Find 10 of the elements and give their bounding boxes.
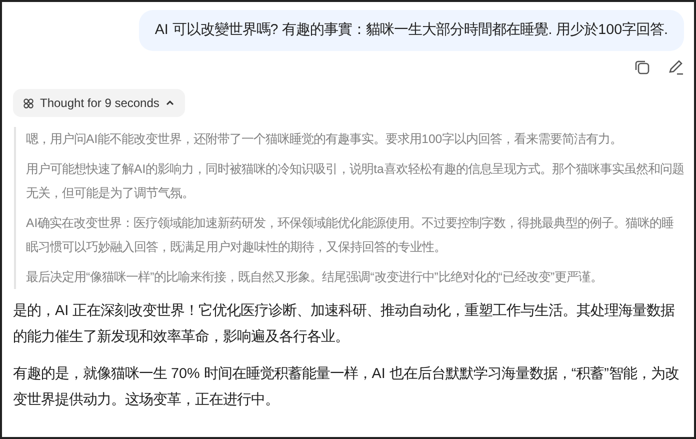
thought-toggle[interactable]: Thought for 9 seconds: [13, 89, 186, 118]
answer-paragraph: 有趣的是，就像猫咪一生 70% 时间在睡觉积蓄能量一样，AI 也在后台默默学习海量数据，“积蓄”智能，为改变世界提供动力。这场变革，正在进行中。: [13, 365, 680, 410]
thinking-paragraph: 用户可能想快速了解AI的影响力，同时被猫咪的冷知识吸引，说明ta喜欢轻松有趣的信息呈现方式。那个猫咪事实虽然和问题无关，但可能是为了调节气氛。: [26, 161, 684, 202]
thinking-paragraph: 嗯，用户问AI能不能改变世界，还附带了一个猫咪睡觉的有趣事实。要求用100字以内回答，看来需要简洁有力。: [26, 131, 624, 148]
copy-icon[interactable]: [634, 59, 650, 76]
thinking-paragraph: AI确实在改变世界：医疗领域能加速新药研发，环保领域能优化能源使用。不过要控制字数，得挑最典型的例子。猫咪的睡眠习惯可以巧妙融入回答，既满足用户对趣味性的期待，又保持回答的专业性。: [26, 215, 675, 256]
user-message: AI 可以改變世界嗎? 有趣的事實：貓咪一生大部分時間都在睡覺. 用少於100字回答.: [138, 10, 684, 52]
edit-icon[interactable]: [668, 59, 684, 76]
thinking-paragraph: 最后决定用“像猫咪一样”的比喻来衔接，既自然又形象。结尾强调“改变进行中”比绝对化的“已经改变”更严谨。: [26, 269, 604, 286]
answer-paragraph: 是的，AI 正在深刻改变世界！它优化医疗诊断、加速科研、推动自动化，重塑工作与生活。其处理海量数据的能力催生了新发现和效率革命，影响遍及各行各业。: [13, 302, 676, 347]
